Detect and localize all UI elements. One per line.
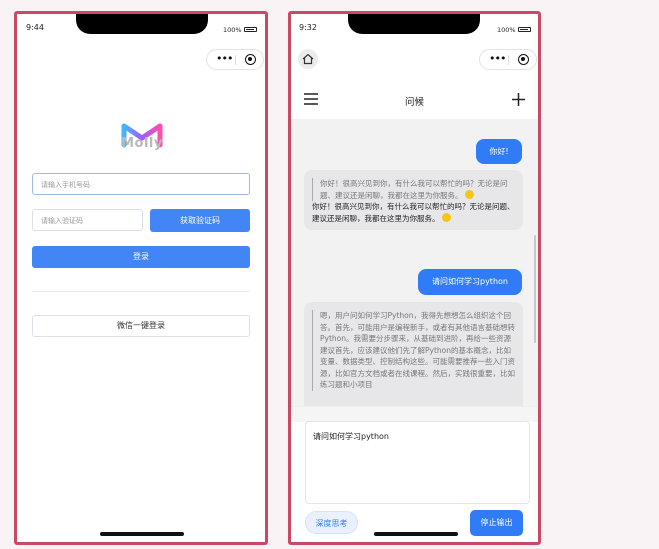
user-message-text: 你好! xyxy=(489,147,509,156)
assistant-message-bubble: 嗯，用户问如何学习Python，我得先想想怎么组织这个回答。首先，可能用户是编程… xyxy=(304,302,523,406)
smile-emoji-icon xyxy=(464,189,474,199)
thinking-text: 你好！很高兴见到你，有什么我可以帮忙的吗？无论是问题、建议还是闲聊，我都在这里为… xyxy=(320,179,508,200)
thinking-text: 嗯，用户问如何学习Python，我得先想想怎么组织这个回答。首先，可能用户是编程… xyxy=(320,311,515,389)
home-indicator xyxy=(100,532,184,536)
chat-title: 问候 xyxy=(404,97,424,108)
capsule-divider xyxy=(508,55,509,65)
input-toolbar xyxy=(291,406,538,422)
miniprogram-capsule: ••• xyxy=(206,49,264,70)
divider xyxy=(32,291,250,292)
assistant-answer: 你好！很高兴见到你，有什么我可以帮忙的吗？无论是问题、建议还是闲聊，我都在这里为… xyxy=(312,201,515,224)
status-time: 9:32 xyxy=(299,23,317,32)
login-phone-screen: 9:44 100% ••• Molly 请输入手机号码 请输入验证码 获取验证码… xyxy=(14,11,268,545)
verification-code-placeholder: 请输入验证码 xyxy=(41,217,83,225)
message-input[interactable]: 请问如何学习python xyxy=(305,421,530,504)
deep-think-toggle[interactable]: 深度思考 xyxy=(305,511,358,534)
new-chat-plus-icon[interactable] xyxy=(512,93,525,106)
stop-output-button[interactable]: 停止输出 xyxy=(470,510,523,536)
thinking-block: 你好！很高兴见到你，有什么我可以帮忙的吗？无论是问题、建议还是闲聊，我都在这里为… xyxy=(312,178,515,201)
logo-wordmark: Molly xyxy=(121,136,163,151)
scrollbar[interactable] xyxy=(534,235,536,343)
phone-number-placeholder: 请输入手机号码 xyxy=(41,181,90,189)
user-message-text: 请问如何学习python xyxy=(432,277,508,286)
message-list[interactable]: 你好! 你好！很高兴见到你，有什么我可以帮忙的吗？无论是问题、建议还是闲聊，我都… xyxy=(291,119,538,406)
user-message-bubble: 请问如何学习python xyxy=(418,269,522,295)
close-miniprogram-icon[interactable] xyxy=(245,54,256,65)
home-button[interactable] xyxy=(298,49,318,69)
home-icon xyxy=(302,53,314,65)
verification-code-input[interactable]: 请输入验证码 xyxy=(32,209,143,231)
close-miniprogram-icon[interactable] xyxy=(518,54,529,65)
home-indicator xyxy=(374,532,458,536)
get-code-button[interactable]: 获取验证码 xyxy=(150,209,250,232)
user-message-bubble: 你好! xyxy=(476,139,522,164)
phone-number-input[interactable]: 请输入手机号码 xyxy=(32,173,250,195)
smile-emoji-icon xyxy=(441,212,451,222)
battery-percent: 100% xyxy=(497,26,516,34)
more-icon[interactable]: ••• xyxy=(489,53,506,65)
status-time: 9:44 xyxy=(26,23,44,32)
answer-text: 你好！很高兴见到你，有什么我可以帮忙的吗？无论是问题、建议还是闲聊，我都在这里为… xyxy=(312,202,515,223)
battery-percent: 100% xyxy=(223,26,242,34)
chat-phone-screen: 9:32 100% ••• 问候 你好! 你好！很高兴见到你，有什么我可以帮忙的… xyxy=(288,11,541,545)
assistant-message-bubble: 你好！很高兴见到你，有什么我可以帮忙的吗？无论是问题、建议还是闲聊，我都在这里为… xyxy=(304,170,523,230)
battery-icon xyxy=(244,27,257,32)
login-button[interactable]: 登录 xyxy=(32,246,250,268)
phone-notch xyxy=(76,14,208,34)
phone-notch xyxy=(348,14,480,34)
capsule-divider xyxy=(235,55,236,65)
miniprogram-capsule: ••• xyxy=(479,49,537,70)
wechat-login-button[interactable]: 微信一键登录 xyxy=(32,315,250,337)
message-input-value: 请问如何学习python xyxy=(313,432,389,441)
more-icon[interactable]: ••• xyxy=(216,53,233,65)
battery-icon xyxy=(518,27,531,32)
thinking-block: 嗯，用户问如何学习Python，我得先想想怎么组织这个回答。首先，可能用户是编程… xyxy=(312,310,515,391)
